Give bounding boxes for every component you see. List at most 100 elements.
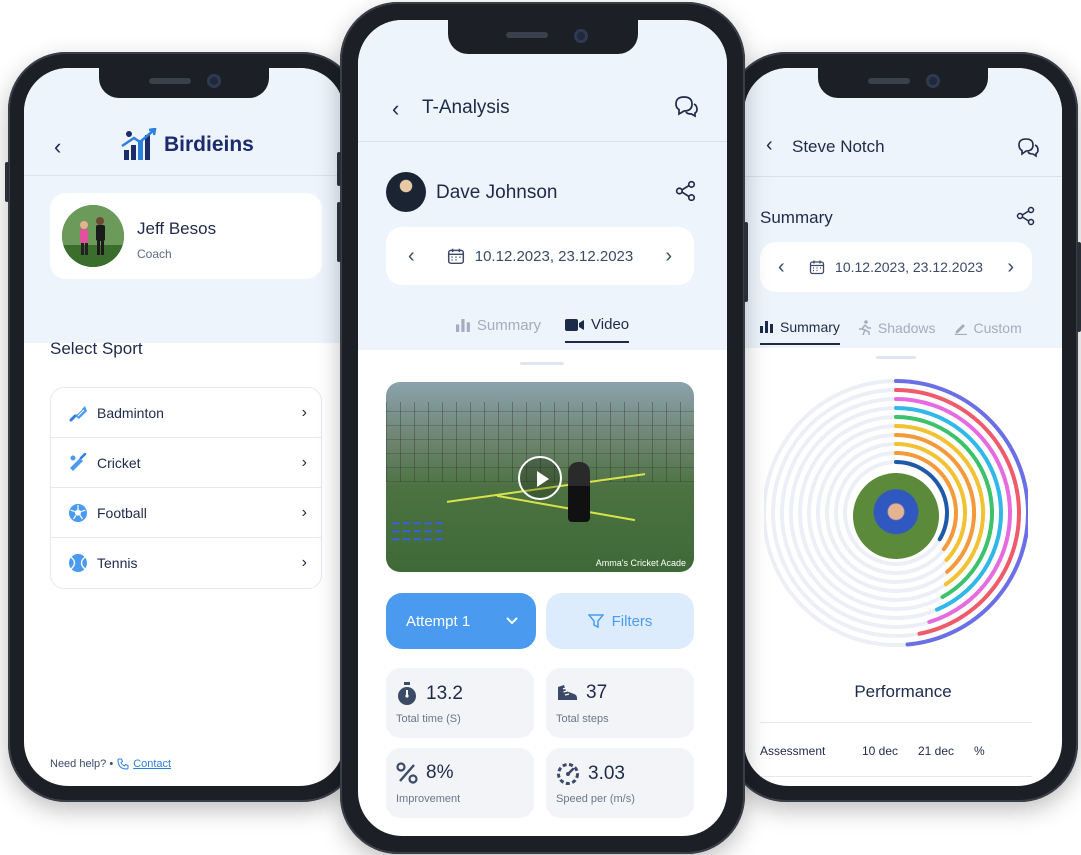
stat-value: 13.2 [426,683,463,704]
date-range-picker[interactable]: ‹ 10.12.2023, 23.12.2023 › [760,242,1032,292]
phone-icon [117,758,129,770]
shuttlecock-icon [67,402,89,424]
tab-custom[interactable]: Custom [954,319,1022,345]
stat-value: 8% [426,762,454,783]
stat-label: Speed per (m/s) [556,793,635,805]
calendar-icon [809,259,825,275]
sport-label: Badminton [97,404,164,421]
play-button[interactable] [518,456,562,500]
share-icon[interactable] [1016,206,1036,226]
speedometer-icon [556,762,580,786]
video-overlay-line [496,494,636,522]
notch [99,68,269,98]
chevron-right-icon[interactable]: › [1007,256,1014,279]
video-overlay-stats: ▬▬ ▬▬ ▬▬ ▬▬ ▬▬ ▬▬ ▬▬ ▬▬ ▬▬ ▬▬ ▬▬ ▬▬ ▬▬ ▬▬ … [392,520,443,543]
football-icon [67,502,89,524]
divider [24,175,344,176]
shoe-icon [556,683,578,703]
sport-list: Badminton › Cricket › Football › Tennis … [50,387,322,589]
share-icon[interactable] [675,180,697,202]
chevron-right-icon: › [301,503,307,521]
page-title: T-Analysis [422,97,510,118]
avatar [62,205,124,267]
sport-label: Football [97,504,147,521]
video-watermark: Amma's Cricket Acade [595,558,686,568]
tab-bar: Summary Shadows Custom [760,319,1022,345]
tab-shadows[interactable]: Shadows [858,319,936,345]
phone-left: ‹ Birdieins Jeff Besos Coach Select Spor… [5,52,363,802]
power-button [744,222,748,302]
filters-button[interactable]: Filters [546,593,694,649]
sport-item-cricket[interactable]: Cricket › [51,438,321,488]
running-figure-icon [858,320,872,336]
cricket-bat-icon [67,452,89,474]
contact-link[interactable]: Contact [133,758,171,770]
stopwatch-icon [396,682,418,706]
tab-label: Custom [973,320,1022,336]
profile-role: Coach [137,247,172,261]
chat-icon[interactable] [673,94,699,118]
tab-label: Video [591,316,630,333]
tab-bar: Summary Video [358,316,727,343]
column-header: Assessment [760,744,826,758]
back-icon[interactable]: ‹ [392,96,399,122]
sport-item-tennis[interactable]: Tennis › [51,538,321,588]
calendar-icon [447,247,465,265]
stat-card-speed: 3.03 Speed per (m/s) [546,748,694,818]
power-button [1077,242,1081,332]
tab-label: Summary [780,319,840,335]
bar-chart-icon [760,321,774,333]
help-text: Need help? • [50,758,114,770]
column-header: 10 dec [862,744,899,758]
section-title: Summary [760,208,833,227]
notch [447,20,638,54]
column-header: % [974,744,985,758]
section-title: Select Sport [50,339,143,358]
chevron-right-icon: › [301,554,307,571]
chevron-right-icon[interactable]: › [665,245,672,268]
pencil-icon [954,321,968,335]
sport-item-football[interactable]: Football › [51,488,321,538]
stat-value: 3.03 [588,763,625,784]
date-range-picker[interactable]: ‹ 10.12.2023, 23.12.2023 › [386,227,694,285]
phone-center: ‹ T-Analysis Dave Johnson ‹ 10.12.2023, … [337,2,748,854]
right-screen: ‹ Steve Notch Summary ‹ 10.12.2023, 23.1… [744,68,1062,786]
attempt-dropdown[interactable]: Attempt 1 [386,593,536,649]
help-footer: Need help? • Contact [50,758,171,770]
tab-summary[interactable]: Summary [455,316,542,343]
chevron-left-icon[interactable]: ‹ [408,245,415,268]
stat-card-total-steps: 37 Total steps [546,668,694,738]
filters-label: Filters [611,612,653,630]
tab-summary[interactable]: Summary [760,319,840,345]
back-icon[interactable]: ‹ [54,134,61,160]
divider [744,176,1062,177]
bar-chart-icon [455,319,471,332]
left-screen: ‹ Birdieins Jeff Besos Coach Select Spor… [24,68,344,786]
chevron-right-icon: › [301,453,307,471]
filter-icon [587,613,604,629]
video-player[interactable]: ▬▬ ▬▬ ▬▬ ▬▬ ▬▬ ▬▬ ▬▬ ▬▬ ▬▬ ▬▬ ▬▬ ▬▬ ▬▬ ▬▬ … [386,382,694,572]
drag-handle[interactable] [876,356,916,359]
volume-button [5,162,9,202]
chevron-left-icon[interactable]: ‹ [778,256,785,279]
drag-handle[interactable] [520,362,564,365]
play-icon [537,471,549,487]
back-icon[interactable]: ‹ [766,134,773,157]
tab-label: Summary [476,317,542,334]
profile-card[interactable]: Jeff Besos Coach [50,193,322,279]
stat-label: Total steps [556,713,609,725]
volume-button [337,202,341,262]
athlete-photo [853,473,939,559]
stat-label: Improvement [396,793,461,805]
tab-video[interactable]: Video [565,316,630,343]
tennis-ball-icon [67,552,89,574]
percent-icon [396,762,418,784]
sport-item-badminton[interactable]: Badminton › [51,388,321,438]
sport-label: Tennis [97,555,138,571]
divider [760,722,1032,723]
brand-name: Birdieins [164,133,254,156]
chat-icon[interactable] [1016,136,1040,158]
performance-table-header: Assessment 10 dec 21 dec % [760,744,1032,758]
divider [358,141,727,142]
mute-button [337,152,341,186]
